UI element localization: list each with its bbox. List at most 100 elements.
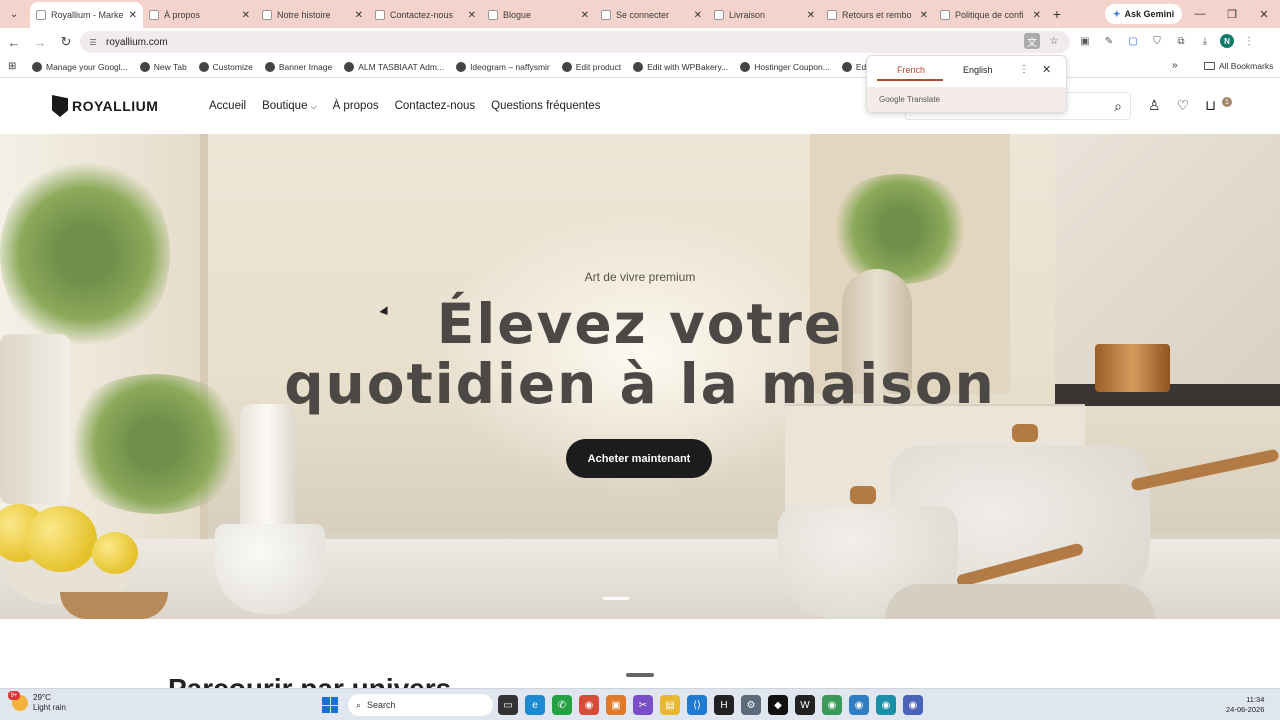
ask-gemini-label: Ask Gemini bbox=[1124, 9, 1175, 19]
translate-options-icon[interactable]: ⋮ bbox=[1019, 64, 1029, 75]
site-logo[interactable]: ROYALLIUM bbox=[52, 95, 158, 117]
chrome-profile-icon[interactable]: ◉ bbox=[903, 695, 923, 715]
favicon-icon bbox=[36, 10, 46, 20]
close-tab-icon[interactable]: ✕ bbox=[920, 10, 928, 21]
profile-avatar[interactable]: N bbox=[1220, 34, 1234, 48]
close-tab-icon[interactable]: ✕ bbox=[581, 10, 589, 21]
bookmark-item[interactable]: Banner Image bbox=[264, 61, 332, 72]
close-tab-icon[interactable]: ✕ bbox=[694, 10, 702, 21]
vscode-icon[interactable]: ⟨⟩ bbox=[687, 695, 707, 715]
chrome-profile-icon[interactable]: ◉ bbox=[849, 695, 869, 715]
capcut-icon[interactable]: ◆ bbox=[768, 695, 788, 715]
ask-gemini-button[interactable]: ✦ Ask Gemini bbox=[1105, 4, 1183, 24]
edge-icon[interactable]: e bbox=[525, 695, 545, 715]
bookmark-item[interactable]: New Tab bbox=[139, 61, 187, 72]
bookmarks-overflow-icon[interactable]: » bbox=[1172, 60, 1178, 71]
restore-icon[interactable]: ❐ bbox=[1216, 0, 1248, 28]
browser-tab[interactable]: Royallium - Marke ✕ bbox=[30, 2, 143, 28]
browser-tab[interactable]: Livraison ✕ bbox=[708, 2, 821, 28]
close-tab-icon[interactable]: ✕ bbox=[1033, 10, 1041, 21]
translate-tab-target[interactable]: English bbox=[963, 65, 993, 75]
bookmark-star-icon[interactable]: ☆ bbox=[1046, 33, 1062, 49]
nav-link-faq[interactable]: Questions fréquentes bbox=[491, 100, 600, 112]
system-clock[interactable]: 11:34 24-06-2026 bbox=[1226, 695, 1264, 715]
slider-pagination[interactable] bbox=[603, 597, 629, 600]
bookmark-item[interactable]: Edit with WPBakery... bbox=[633, 61, 728, 72]
bookmark-label: Manage your Googl... bbox=[46, 61, 128, 72]
close-tab-icon[interactable]: ✕ bbox=[129, 10, 137, 21]
search-icon[interactable]: ⌕ bbox=[1114, 98, 1122, 115]
nav-link-accueil[interactable]: Accueil bbox=[209, 100, 246, 112]
bookmark-item[interactable]: Manage your Googl... bbox=[32, 61, 128, 72]
windows-start-icon[interactable] bbox=[322, 697, 338, 713]
whatsapp-icon[interactable]: ✆ bbox=[552, 695, 572, 715]
apps-grid-icon[interactable]: ⊞ bbox=[8, 61, 22, 72]
close-tab-icon[interactable]: ✕ bbox=[242, 10, 250, 21]
close-tab-icon[interactable]: ✕ bbox=[468, 10, 476, 21]
wishlist-heart-icon[interactable]: ♡ bbox=[1177, 97, 1190, 114]
nav-link-contact[interactable]: Contactez-nous bbox=[395, 100, 476, 112]
reload-button[interactable]: ↻ bbox=[54, 30, 78, 54]
new-tab-button[interactable]: + bbox=[1047, 6, 1067, 22]
bookmark-item[interactable]: ALM TASBIAAT Adm... bbox=[344, 61, 444, 72]
browser-tab[interactable]: Politique de confi ✕ bbox=[934, 2, 1047, 28]
taskbar-search[interactable]: ⌕ Search bbox=[348, 694, 493, 716]
account-icon[interactable]: ♙ bbox=[1148, 97, 1161, 114]
browser-tab[interactable]: Contactez-nous ✕ bbox=[369, 2, 482, 28]
browser-tab[interactable]: Notre histoire ✕ bbox=[256, 2, 369, 28]
app-h-icon[interactable]: H bbox=[714, 695, 734, 715]
address-bar[interactable]: ☰ royallium.com 文 ☆ bbox=[80, 31, 1070, 53]
all-bookmarks-button[interactable]: All Bookmarks bbox=[1204, 61, 1273, 71]
back-button[interactable]: ← bbox=[2, 30, 26, 54]
chrome-icon[interactable]: ◉ bbox=[579, 695, 599, 715]
url-text[interactable]: royallium.com bbox=[106, 37, 168, 48]
translate-tab-source[interactable]: French bbox=[897, 65, 925, 75]
forward-button[interactable]: → bbox=[28, 30, 52, 54]
shop-now-button[interactable]: Acheter maintenant bbox=[566, 439, 712, 478]
bookmark-favicon-icon bbox=[198, 61, 209, 72]
nav-link-boutique[interactable]: Boutique ⌵ bbox=[262, 100, 316, 112]
shield-icon[interactable]: ⛉ bbox=[1148, 32, 1166, 50]
color-picker-icon[interactable]: ✎ bbox=[1100, 32, 1118, 50]
chevron-down-icon: ⌵ bbox=[310, 102, 317, 111]
weather-widget[interactable]: 9+ 29°C Light rain bbox=[8, 691, 66, 713]
bookmark-item[interactable]: Customize bbox=[198, 61, 253, 72]
browser-tab[interactable]: À propos ✕ bbox=[143, 2, 256, 28]
download-icon[interactable]: ⤓ bbox=[1196, 32, 1214, 50]
task-view-icon[interactable]: ▭ bbox=[498, 695, 518, 715]
bookmark-label: Edit product bbox=[575, 61, 622, 72]
browser-tab[interactable]: Blogue ✕ bbox=[482, 2, 595, 28]
close-tab-icon[interactable]: ✕ bbox=[807, 10, 815, 21]
file-explorer-icon[interactable]: ▤ bbox=[660, 695, 680, 715]
chrome-profile-icon[interactable]: ◉ bbox=[876, 695, 896, 715]
scroll-handle[interactable] bbox=[626, 673, 654, 677]
settings-gear-icon[interactable]: ⚙ bbox=[741, 695, 761, 715]
snipping-tool-icon[interactable]: ✂ bbox=[633, 695, 653, 715]
bookmark-item[interactable]: Hostinger Coupon... bbox=[740, 61, 830, 72]
close-tab-icon[interactable]: ✕ bbox=[355, 10, 363, 21]
screen-capture-icon[interactable]: ▢ bbox=[1124, 32, 1142, 50]
app-w-icon[interactable]: W bbox=[795, 695, 815, 715]
favicon-icon bbox=[827, 10, 837, 20]
weather-icon: 9+ bbox=[8, 691, 28, 711]
tab-search-button[interactable]: ⌄ bbox=[4, 4, 24, 24]
bookmark-item[interactable]: Edit product bbox=[561, 61, 622, 72]
minimize-icon[interactable]: — bbox=[1184, 0, 1216, 28]
browser-toolbar: ← → ↻ ☰ royallium.com 文 ☆ ▣ ✎ ▢ ⛉ ⧉ ⤓ N … bbox=[0, 28, 1280, 56]
extension-icon[interactable]: ▣ bbox=[1076, 32, 1094, 50]
nav-link-a-propos[interactable]: À propos bbox=[333, 100, 379, 112]
hero-lemon bbox=[92, 532, 138, 574]
close-icon[interactable]: ✕ bbox=[1042, 63, 1051, 76]
cart-bag-icon[interactable]: ⊔ bbox=[1205, 97, 1216, 114]
close-window-icon[interactable]: ✕ bbox=[1248, 0, 1280, 28]
translate-icon[interactable]: 文 bbox=[1024, 33, 1040, 49]
browser-tab[interactable]: Se connecter ✕ bbox=[595, 2, 708, 28]
browser-tab[interactable]: Retours et rembo ✕ bbox=[821, 2, 934, 28]
site-info-icon[interactable]: ☰ bbox=[86, 35, 100, 49]
app-icon[interactable]: ▣ bbox=[606, 695, 626, 715]
bookmark-item[interactable]: Ideogram – naffysmir bbox=[456, 61, 550, 72]
more-menu-icon[interactable]: ⋮ bbox=[1240, 32, 1258, 50]
chrome-profile-icon[interactable]: ◉ bbox=[822, 695, 842, 715]
extensions-puzzle-icon[interactable]: ⧉ bbox=[1172, 32, 1190, 50]
logo-shield-icon bbox=[52, 95, 68, 117]
